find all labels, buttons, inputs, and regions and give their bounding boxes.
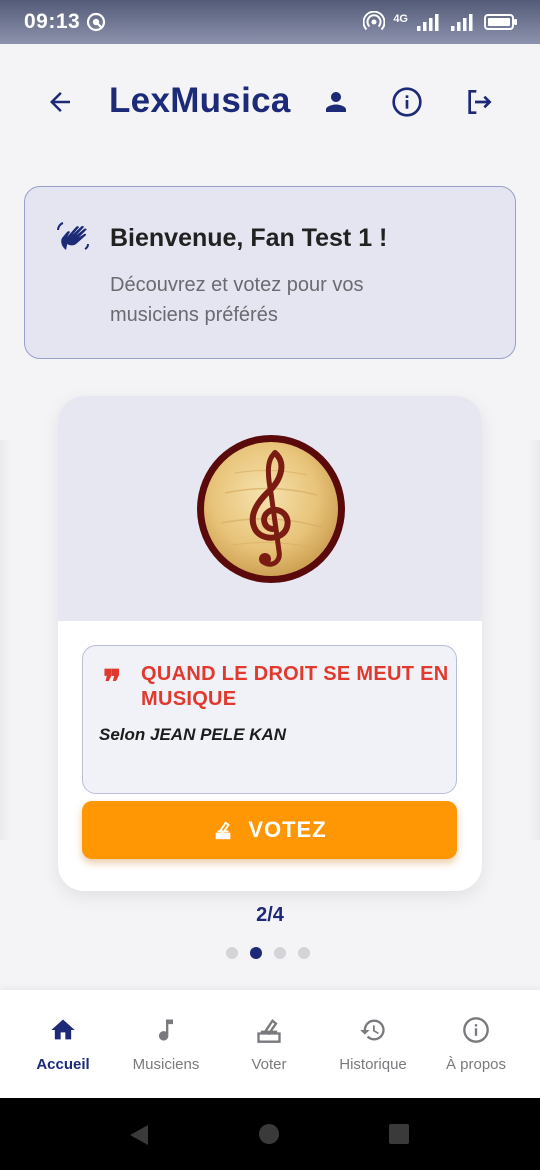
- nav-item-accueil[interactable]: Accueil: [9, 990, 117, 1098]
- quote-title: QUAND LE DROIT SE MEUT EN MUSIQUE: [141, 663, 449, 710]
- card-image-area: [58, 396, 482, 621]
- nav-label: Historique: [339, 1056, 407, 1073]
- nav-item-historique[interactable]: Historique: [319, 990, 427, 1098]
- nav-item-musiciens[interactable]: Musiciens: [112, 990, 220, 1098]
- logout-button[interactable]: [461, 84, 497, 120]
- carousel-prev-peek[interactable]: [0, 440, 12, 840]
- info-icon: [392, 87, 422, 117]
- status-icons: 4G: [363, 10, 518, 34]
- system-navigation-bar: [0, 1098, 540, 1170]
- signal-icon: [417, 14, 439, 31]
- quote-box: ❞ QUAND LE DROIT SE MEUT EN MUSIQUE Selo…: [82, 645, 457, 794]
- carousel-dot[interactable]: [298, 947, 310, 959]
- nav-label: Accueil: [36, 1056, 90, 1073]
- bottom-navigation: Accueil Musiciens Voter Historique À pro…: [0, 990, 540, 1098]
- home-icon: [49, 1016, 77, 1044]
- nav-item-voter[interactable]: Voter: [215, 990, 323, 1098]
- vote-button[interactable]: VOTEZ: [82, 801, 457, 859]
- musician-card[interactable]: ❞ QUAND LE DROIT SE MEUT EN MUSIQUE Selo…: [58, 396, 482, 891]
- system-home-icon[interactable]: [258, 1123, 280, 1145]
- app-title: LexMusica: [109, 81, 291, 120]
- app-header: LexMusica: [0, 44, 540, 160]
- history-icon: [359, 1016, 387, 1044]
- vote-label: VOTEZ: [248, 817, 327, 842]
- battery-icon: [484, 14, 517, 30]
- treble-clef-logo: [197, 435, 345, 583]
- network-type: 4G: [393, 13, 408, 25]
- carousel-dot-active[interactable]: [250, 947, 262, 959]
- quote-icon: ❞: [103, 663, 122, 703]
- carousel-dot[interactable]: [226, 947, 238, 959]
- welcome-subtitle: Découvrez et votez pour vos musiciens pr…: [110, 274, 364, 326]
- person-icon: [326, 92, 346, 112]
- music-note-icon: [152, 1016, 180, 1044]
- nav-item-a-propos[interactable]: À propos: [422, 990, 530, 1098]
- waving-hand-icon: [57, 222, 89, 250]
- carousel-dots: [226, 947, 310, 959]
- nav-label: Musiciens: [132, 1056, 200, 1073]
- status-time: 09:13: [24, 10, 81, 33]
- carousel-next-peek[interactable]: [528, 440, 540, 840]
- system-recents-icon[interactable]: [388, 1123, 410, 1145]
- logout-icon: [468, 90, 492, 114]
- status-bar: 09:13 4G: [0, 0, 540, 44]
- info-icon: [462, 1016, 490, 1044]
- signal-2-icon: [451, 14, 473, 31]
- hotspot-icon: [363, 11, 386, 31]
- carousel-dot[interactable]: [274, 947, 286, 959]
- welcome-title: Bienvenue, Fan Test 1 !: [110, 224, 388, 252]
- ballot-icon: [215, 821, 231, 840]
- back-button[interactable]: [42, 84, 78, 120]
- vpn-key-icon: [86, 12, 106, 32]
- nav-label: À propos: [445, 1056, 507, 1073]
- page-counter: 2/4: [256, 904, 284, 926]
- info-button[interactable]: [389, 84, 425, 120]
- welcome-card: Bienvenue, Fan Test 1 ! Découvrez et vot…: [24, 186, 516, 359]
- nav-label: Voter: [251, 1056, 287, 1073]
- arrow-back-icon: [50, 92, 70, 112]
- ballot-icon: [255, 1016, 283, 1044]
- profile-button[interactable]: [318, 84, 354, 120]
- quote-author: Selon JEAN PELE KAN: [99, 725, 287, 744]
- system-back-icon[interactable]: [128, 1123, 150, 1147]
